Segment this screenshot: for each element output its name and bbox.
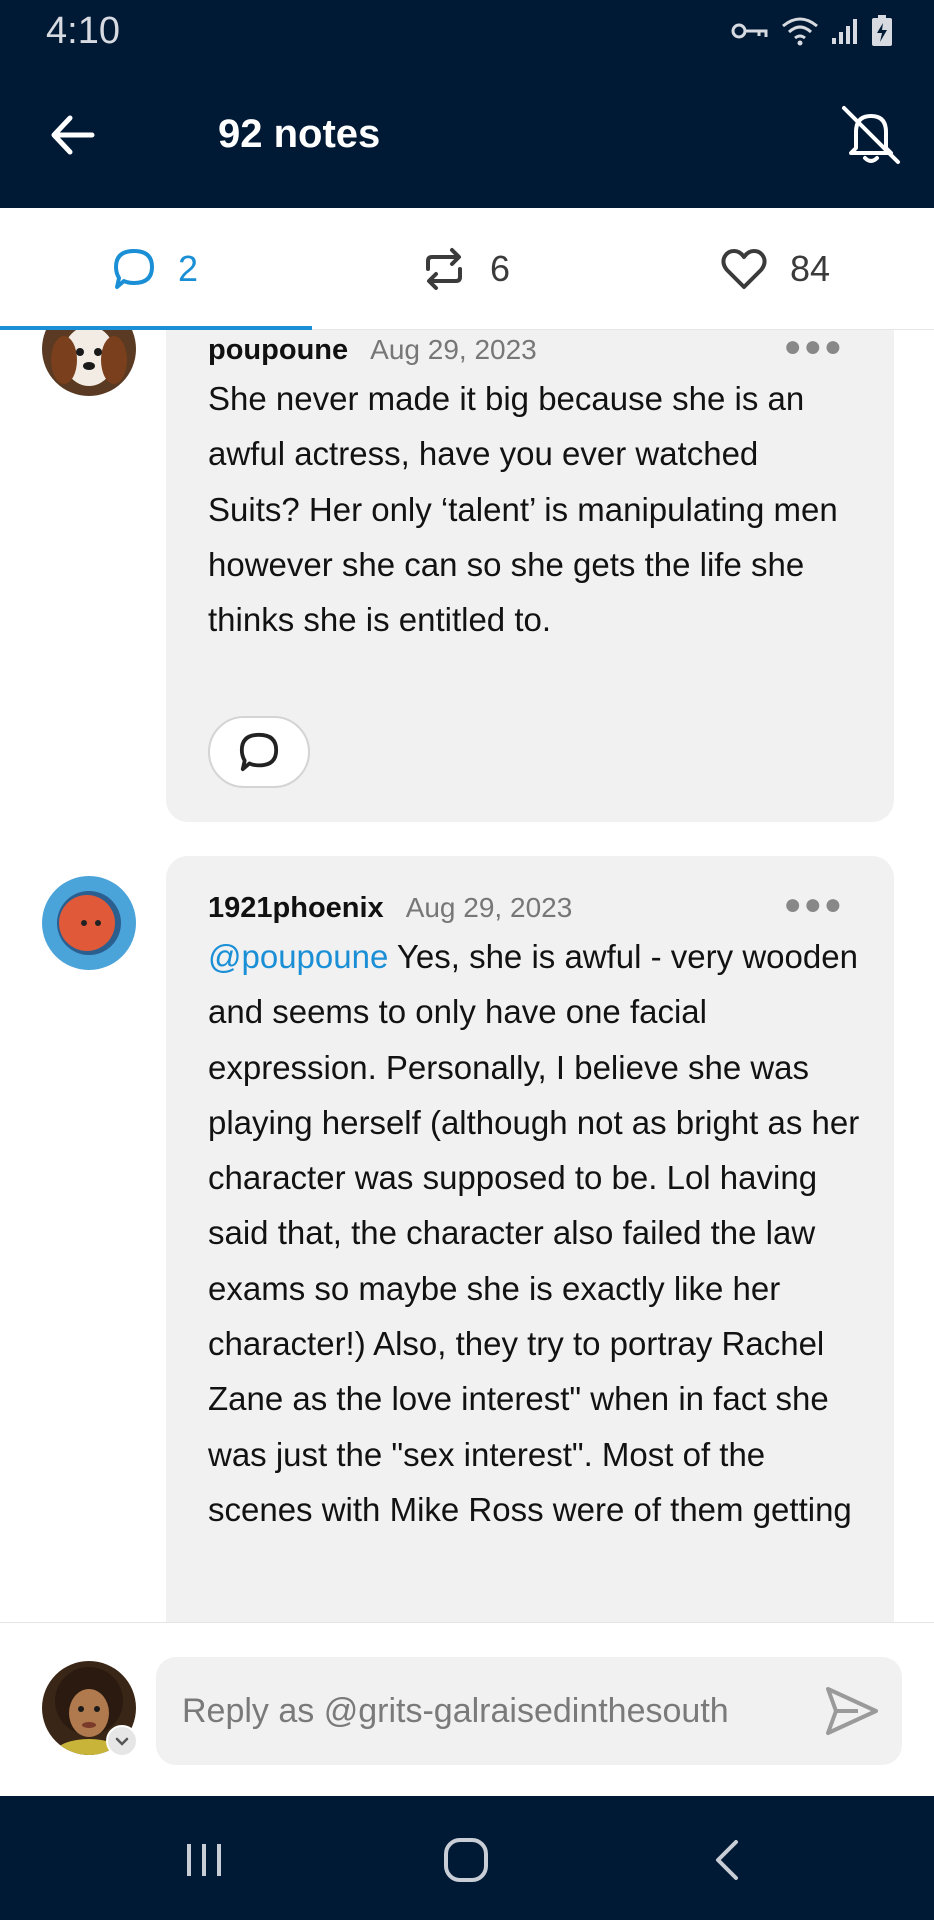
comment-username[interactable]: poupoune: [208, 334, 348, 367]
recent-apps-icon[interactable]: [176, 1832, 232, 1888]
comment-text: @poupoune Yes, she is awful - very woode…: [208, 929, 860, 1537]
tab-reblogs-count: 6: [490, 248, 511, 289]
tab-reblogs[interactable]: 6: [420, 208, 510, 330]
home-icon[interactable]: [438, 1832, 494, 1888]
more-options-icon[interactable]: ●●●: [784, 330, 844, 364]
notes-feed[interactable]: poupoune Aug 29, 2023 ●●● She never made…: [0, 330, 934, 1622]
reply-input[interactable]: [156, 1657, 902, 1765]
send-icon[interactable]: [822, 1681, 882, 1741]
wifi-icon: [782, 17, 818, 46]
comment-card: 1921phoenix Aug 29, 2023 ●●● @poupoune Y…: [166, 856, 894, 1622]
avatar[interactable]: [42, 330, 136, 396]
more-options-icon[interactable]: ●●●: [784, 888, 844, 922]
tab-replies-count: 2: [178, 248, 199, 289]
comment-header: poupoune Aug 29, 2023: [208, 334, 537, 367]
system-nav-bar: [0, 1796, 934, 1920]
reply-button[interactable]: [208, 716, 310, 788]
speech-bubble-icon: [114, 249, 154, 289]
heart-icon: [721, 249, 767, 289]
signal-icon: [832, 19, 857, 44]
app-header: 92 notes: [0, 62, 934, 208]
account-switch-badge[interactable]: [106, 1725, 138, 1757]
tab-likes[interactable]: 84: [720, 208, 830, 330]
comment-body: Yes, she is awful - very wooden and seem…: [208, 938, 860, 1528]
comment-username[interactable]: 1921phoenix: [208, 892, 384, 925]
status-time: 4:10: [46, 10, 120, 52]
notes-tabs: 2 6 84: [0, 208, 934, 331]
comment-date: Aug 29, 2023: [405, 892, 573, 923]
avatar[interactable]: [42, 876, 136, 970]
comment-date: Aug 29, 2023: [370, 334, 537, 365]
status-bar: 4:10: [0, 0, 934, 62]
battery-icon: [872, 15, 892, 46]
speech-bubble-icon: [239, 732, 279, 772]
reblog-icon: [426, 248, 462, 290]
reply-composer: [0, 1622, 934, 1796]
dog-avatar-image: [42, 330, 136, 396]
comment-text: She never made it big because she is an …: [208, 380, 838, 639]
status-icons: [730, 14, 894, 48]
page-title: 92 notes: [218, 112, 381, 156]
vpn-key-icon: [731, 23, 768, 39]
comment-header: 1921phoenix Aug 29, 2023: [208, 892, 572, 925]
phoenix-avatar-image: [42, 876, 136, 970]
back-icon[interactable]: [700, 1832, 756, 1888]
back-arrow-icon[interactable]: [46, 108, 100, 162]
tab-replies[interactable]: 2: [112, 208, 198, 330]
bell-off-icon[interactable]: [836, 100, 906, 170]
mention-link[interactable]: @poupoune: [208, 938, 388, 975]
tab-likes-count: 84: [790, 248, 831, 289]
chevron-down-icon: [115, 1737, 129, 1746]
comment-card: poupoune Aug 29, 2023 ●●● She never made…: [166, 330, 894, 822]
